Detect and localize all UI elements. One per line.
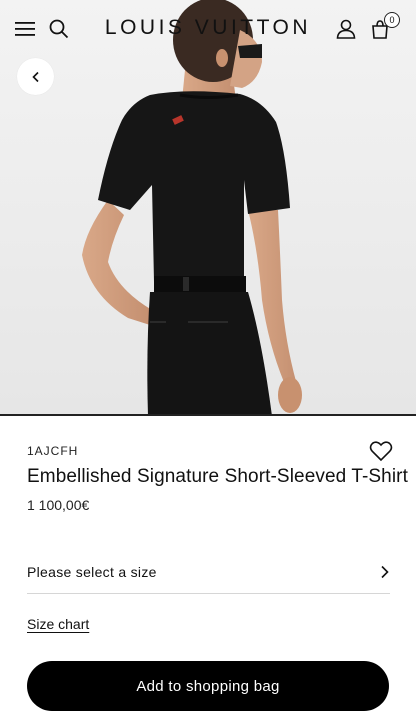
- hero-divider: [0, 414, 416, 416]
- add-to-bag-button[interactable]: Add to shopping bag: [27, 661, 389, 711]
- heart-icon: [369, 441, 393, 462]
- product-price: 1 100,00€: [27, 497, 90, 513]
- account-button[interactable]: [332, 15, 360, 43]
- wishlist-button[interactable]: [369, 440, 393, 462]
- size-chart-link[interactable]: Size chart: [27, 616, 89, 632]
- bag-count-badge: 0: [384, 12, 400, 28]
- back-button[interactable]: [17, 58, 54, 95]
- top-navigation: LOUIS VUITTON 0: [0, 0, 416, 58]
- product-sku: 1AJCFH: [27, 444, 79, 458]
- model-illustration: [0, 0, 416, 416]
- chevron-right-icon: [381, 565, 389, 578]
- product-image[interactable]: [0, 0, 416, 416]
- chevron-left-icon: [31, 71, 39, 82]
- size-selector-label: Please select a size: [27, 563, 157, 580]
- size-selector[interactable]: Please select a size: [27, 550, 390, 594]
- account-icon: [336, 19, 356, 39]
- product-title: Embellished Signature Short-Sleeved T-Sh…: [27, 466, 408, 487]
